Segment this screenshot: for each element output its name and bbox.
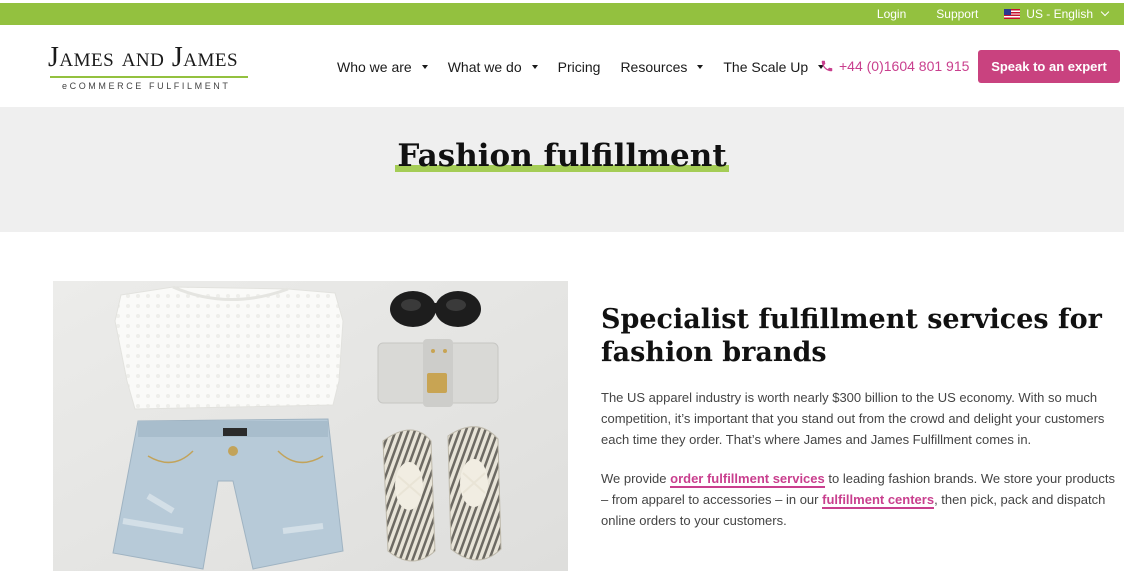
- order-fulfillment-services-link[interactable]: order fulfillment services: [670, 471, 825, 488]
- fashion-flatlay-illustration: [53, 281, 568, 571]
- nav-pricing[interactable]: Pricing: [558, 59, 601, 75]
- page-title: Fashion fulfillment: [0, 138, 1124, 174]
- nav-resources[interactable]: Resources: [620, 59, 704, 75]
- login-link[interactable]: Login: [877, 7, 906, 21]
- white-top-icon: [114, 286, 344, 410]
- fashion-flatlay-image: [53, 281, 568, 571]
- top-utility-bar: Login Support US - English: [0, 3, 1124, 25]
- phone-number: +44 (0)1604 801 915: [839, 58, 970, 74]
- nav-the-scale-up[interactable]: The Scale Up: [723, 59, 825, 75]
- wallet-icon: [377, 339, 499, 407]
- nav-who-we-are[interactable]: Who we are: [337, 59, 428, 75]
- services-paragraph: We provide order fulfillment services to…: [601, 471, 1116, 528]
- caret-down-icon: [421, 65, 428, 69]
- support-link[interactable]: Support: [936, 7, 978, 21]
- language-label: US - English: [1026, 7, 1093, 21]
- logo[interactable]: JAMES AND JAMES eCOMMERCE FULFILMENT: [48, 42, 250, 91]
- nav-what-we-do[interactable]: What we do: [448, 59, 538, 75]
- site-header: JAMES AND JAMES eCOMMERCE FULFILMENT Who…: [0, 25, 1124, 107]
- hero-banner: Fashion fulfillment: [0, 107, 1124, 232]
- intro-section: Specialist fulfillment services for fash…: [601, 303, 1121, 531]
- logo-wordmark: JAMES AND JAMES: [48, 42, 239, 73]
- main-nav: Who we are What we do Pricing Resources …: [337, 58, 844, 76]
- phone-link[interactable]: +44 (0)1604 801 915: [820, 58, 969, 74]
- logo-underline: [50, 76, 248, 78]
- language-selector[interactable]: US - English: [1004, 7, 1110, 21]
- intro-paragraph: The US apparel industry is worth nearly …: [601, 390, 1105, 447]
- section-heading: Specialist fulfillment services for fash…: [601, 304, 1102, 368]
- chevron-down-icon: [1100, 7, 1110, 17]
- logo-tagline: eCOMMERCE FULFILMENT: [62, 81, 231, 91]
- caret-down-icon: [531, 65, 538, 69]
- phone-icon: [821, 60, 833, 72]
- speak-to-expert-button[interactable]: Speak to an expert: [978, 50, 1120, 83]
- page-title-text: Fashion fulfillment: [395, 138, 729, 174]
- caret-down-icon: [697, 65, 704, 69]
- fulfillment-centers-link[interactable]: fulfillment centers: [822, 492, 935, 509]
- top-utility-links: Login Support US - English: [847, 3, 1110, 25]
- us-flag-icon: [1004, 9, 1021, 19]
